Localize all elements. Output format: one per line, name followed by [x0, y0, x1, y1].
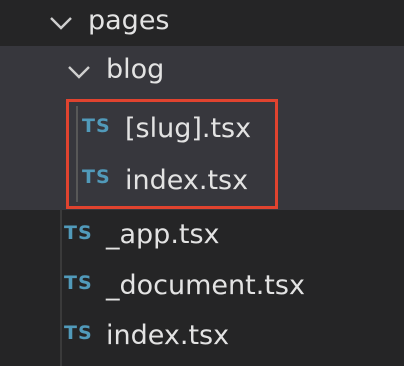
folder-label: blog — [106, 54, 165, 85]
typescript-icon: TS — [64, 322, 93, 344]
typescript-icon: TS — [64, 222, 93, 244]
file-document-tsx[interactable]: TS _document.tsx — [0, 262, 404, 310]
typescript-icon: TS — [64, 272, 93, 294]
highlight-box — [66, 99, 278, 209]
folder-label: pages — [88, 5, 170, 36]
folder-pages[interactable]: pages — [0, 0, 404, 52]
file-label: _app.tsx — [106, 219, 220, 250]
file-explorer: pages blog TS [slug].tsx TS index.tsx TS… — [0, 0, 404, 366]
file-label: index.tsx — [106, 320, 230, 351]
chevron-down-icon[interactable] — [64, 57, 94, 87]
file-label: _document.tsx — [106, 270, 305, 301]
chevron-down-icon[interactable] — [46, 8, 76, 38]
file-index-tsx[interactable]: TS index.tsx — [0, 312, 404, 360]
file-app-tsx[interactable]: TS _app.tsx — [0, 212, 404, 260]
folder-blog[interactable]: blog — [0, 46, 404, 98]
